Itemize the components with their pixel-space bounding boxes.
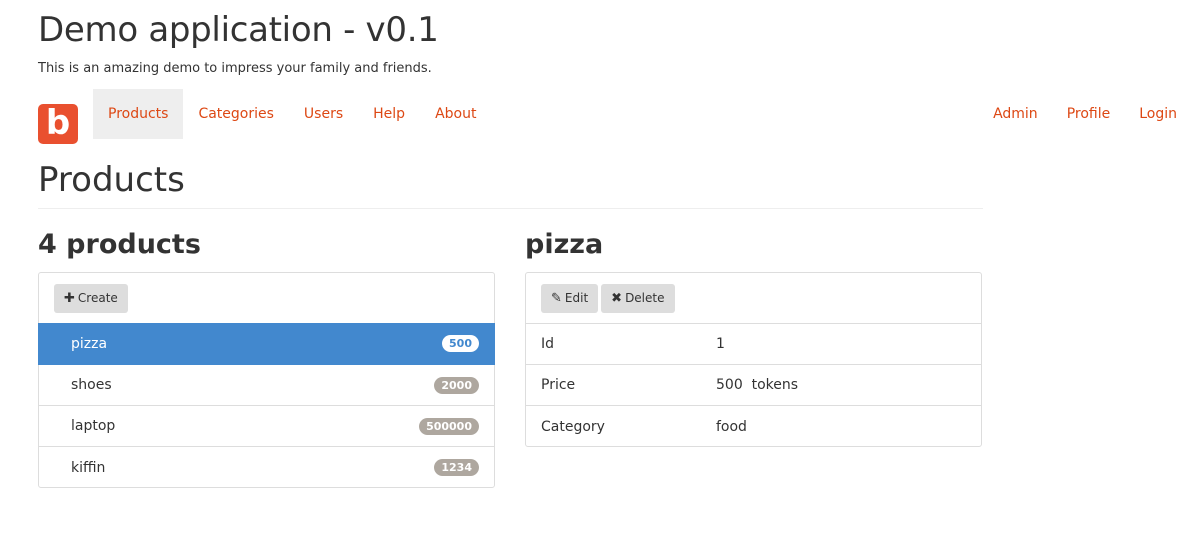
product-name: laptop — [71, 418, 116, 434]
edit-button-label: Edit — [564, 291, 589, 305]
nav-item-help[interactable]: Help — [358, 89, 420, 139]
detail-label: Id — [541, 336, 555, 352]
product-list-toolbar: ✚ Create — [39, 273, 494, 324]
product-row-kiffin[interactable]: kiffin 1234 — [39, 447, 494, 488]
detail-row-price: Price 500 tokens — [526, 365, 981, 406]
brand-logo[interactable]: b — [38, 104, 78, 144]
nav-item-products[interactable]: Products — [93, 89, 184, 139]
detail-row-category: Category food — [526, 406, 981, 447]
delete-button-label: Delete — [625, 291, 665, 305]
product-detail-title: pizza — [525, 229, 604, 260]
detail-value: 1 — [716, 336, 725, 352]
product-badge: 500 — [442, 335, 479, 352]
product-name: shoes — [71, 377, 112, 393]
edit-icon: ✎ — [551, 291, 562, 306]
product-row-shoes[interactable]: shoes 2000 — [39, 365, 494, 406]
nav-item-categories[interactable]: Categories — [183, 89, 288, 139]
nav-item-admin[interactable]: Admin — [964, 89, 1038, 139]
detail-label: Price — [541, 377, 576, 393]
detail-value: food — [716, 418, 747, 435]
product-badge: 2000 — [434, 376, 479, 394]
product-row-pizza[interactable]: pizza 500 — [38, 323, 495, 365]
app-subtitle: This is an amazing demo to impress your … — [38, 61, 432, 76]
detail-label: Category — [541, 418, 605, 435]
nav-item-login[interactable]: Login — [1110, 89, 1177, 139]
product-name: kiffin — [71, 459, 106, 476]
product-badge: 500000 — [419, 417, 479, 435]
nav-item-users[interactable]: Users — [289, 89, 358, 139]
create-button-label: Create — [77, 291, 118, 305]
product-detail-panel: ✎ Edit ✖ Delete Id 1 Price 500 tokens Ca… — [525, 272, 982, 447]
detail-value: 500 tokens — [716, 377, 799, 393]
detail-row-id: Id 1 — [526, 324, 981, 365]
page-title: Products — [38, 160, 185, 200]
product-count-title: 4 products — [38, 229, 201, 260]
navbar: b Products Categories Users Help About A… — [38, 89, 1188, 144]
nav-right: Admin Profile Login — [964, 89, 1177, 139]
nav-item-about[interactable]: About — [420, 89, 491, 139]
page-divider — [38, 208, 983, 209]
product-name: pizza — [71, 335, 108, 352]
product-badge: 1234 — [434, 459, 479, 476]
product-list-panel: ✚ Create pizza 500 shoes 2000 laptop 500… — [38, 272, 495, 488]
app-title: Demo application - v0.1 — [38, 10, 439, 50]
product-detail-toolbar: ✎ Edit ✖ Delete — [526, 273, 981, 324]
create-button[interactable]: ✚ Create — [54, 284, 128, 313]
plus-icon: ✚ — [64, 291, 75, 306]
delete-button[interactable]: ✖ Delete — [601, 284, 675, 313]
product-row-laptop[interactable]: laptop 500000 — [39, 406, 494, 447]
edit-button[interactable]: ✎ Edit — [541, 284, 599, 313]
nav-item-profile[interactable]: Profile — [1038, 89, 1111, 139]
close-icon: ✖ — [611, 291, 623, 306]
nav-left: Products Categories Users Help About — [93, 89, 491, 139]
